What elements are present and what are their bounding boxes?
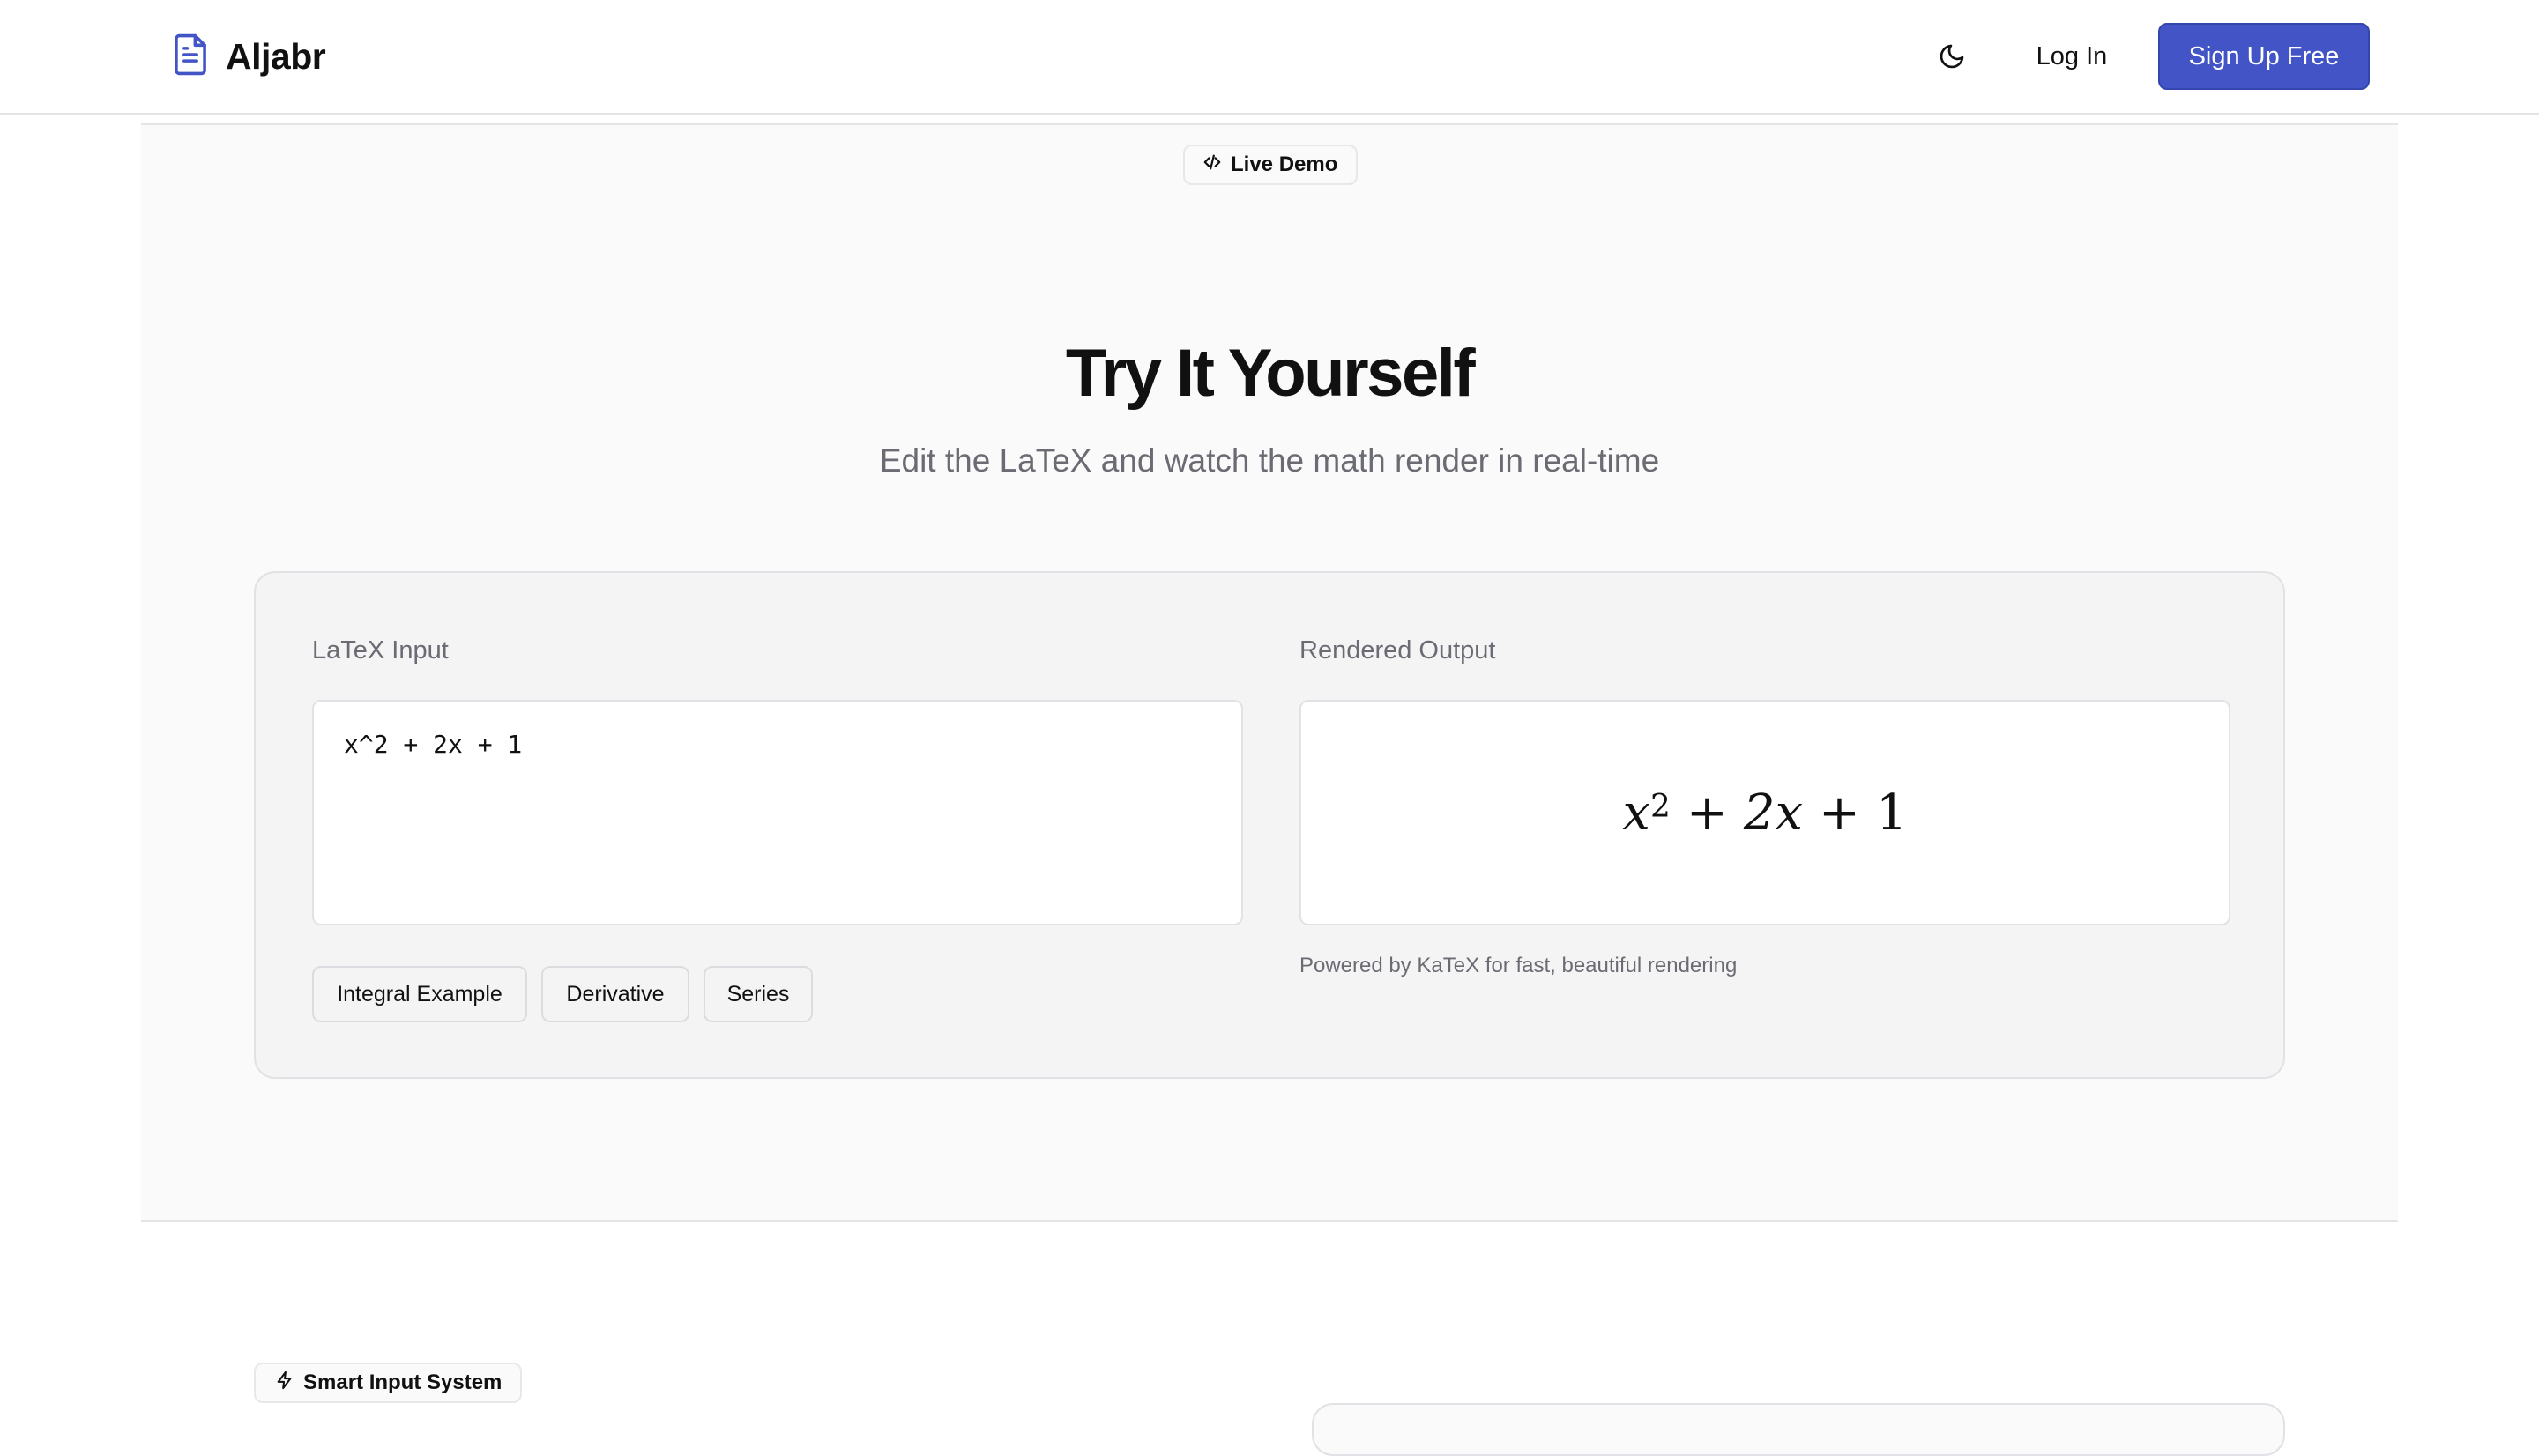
math-term-3: 1 <box>1875 784 1908 842</box>
demo-card: LaTeX Input Rendered Output x^2 + 2x + 1… <box>254 571 2285 1079</box>
live-demo-badge: Live Demo <box>1183 145 1358 185</box>
math-exponent: 2 <box>1649 788 1671 825</box>
series-example-button[interactable]: Series <box>704 966 813 1022</box>
math-plus-2: + <box>1819 784 1860 842</box>
smart-input-label: Smart Input System <box>303 1371 503 1394</box>
rendered-equation: x 2 + 2x + 1 <box>1622 784 1907 842</box>
math-plus-1: + <box>1686 784 1728 842</box>
derivative-example-button[interactable]: Derivative <box>541 966 689 1022</box>
feature-preview-card <box>1312 1403 2285 1456</box>
theme-toggle-button[interactable] <box>1932 39 1971 78</box>
brand-name: Aljabr <box>226 35 326 77</box>
section-subtitle: Edit the LaTeX and watch the math render… <box>879 442 1660 479</box>
brand-logo[interactable]: Aljabr <box>171 33 326 81</box>
live-demo-label: Live Demo <box>1231 152 1338 176</box>
smart-input-badge: Smart Input System <box>254 1363 522 1403</box>
latex-input-field[interactable]: x^2 + 2x + 1 <box>312 700 1243 925</box>
rendered-output-label: Rendered Output <box>1299 636 1496 665</box>
math-term-2: 2x <box>1743 784 1804 842</box>
section-title: Try It Yourself <box>1065 336 1476 411</box>
moon-icon <box>1938 42 1966 75</box>
login-button[interactable]: Log In <box>2028 32 2116 81</box>
powered-by-note: Powered by KaTeX for fast, beautiful ren… <box>1299 954 1738 977</box>
integral-example-button[interactable]: Integral Example <box>312 966 527 1022</box>
latex-input-label: LaTeX Input <box>312 636 449 665</box>
signup-button[interactable]: Sign Up Free <box>2158 23 2370 90</box>
code-icon <box>1202 152 1222 178</box>
document-icon <box>171 33 210 81</box>
site-header: Aljabr Log In Sign Up Free <box>0 0 2539 115</box>
rendered-output-panel: x 2 + 2x + 1 <box>1299 700 2230 925</box>
math-base: x <box>1622 784 1650 842</box>
lightning-icon <box>275 1370 294 1397</box>
